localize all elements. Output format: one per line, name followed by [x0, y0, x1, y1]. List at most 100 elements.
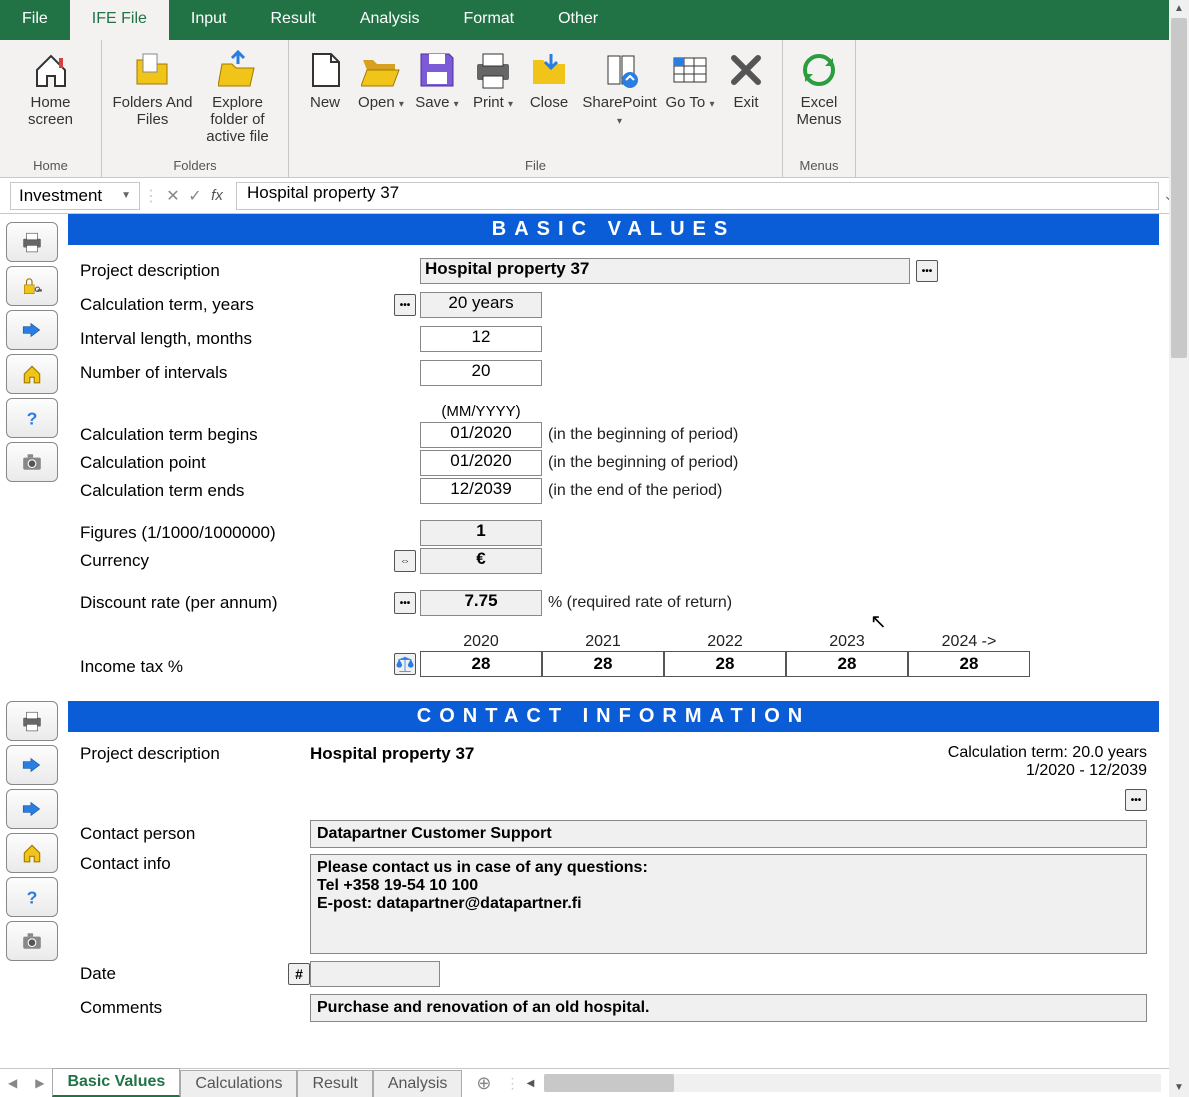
folder-open-icon	[361, 50, 401, 90]
pointer-side-btn[interactable]	[6, 310, 58, 350]
goto-icon	[670, 50, 710, 90]
pointer-side2-btn[interactable]	[6, 745, 58, 785]
print-side-btn[interactable]	[6, 222, 58, 262]
sharepoint-btn[interactable]: SharePoint ▾	[577, 46, 662, 156]
explore-folder-btn[interactable]: Explore folder of active file	[195, 46, 280, 156]
menu-tab-input[interactable]: Input	[169, 0, 249, 40]
menu-tab-analysis[interactable]: Analysis	[338, 0, 442, 40]
begins-input[interactable]: 01/2020	[420, 422, 542, 448]
home-screen-btn[interactable]: Home screen	[8, 46, 93, 156]
currency-swap-btn[interactable]: ⇔	[394, 550, 416, 572]
date-input[interactable]	[310, 961, 440, 987]
tax-value-input[interactable]: 28	[542, 651, 664, 677]
fx-icon[interactable]: fx	[206, 187, 228, 204]
ends-input[interactable]: 12/2039	[420, 478, 542, 504]
menu-tab-file[interactable]: File	[0, 0, 70, 40]
horizontal-scrollbar[interactable]: ◀ ▶	[516, 1069, 1189, 1097]
point-input[interactable]: 01/2020	[420, 450, 542, 476]
refresh-icon	[799, 50, 839, 90]
close-btn[interactable]: Close	[521, 46, 577, 156]
sheet-tab-calculations[interactable]: Calculations	[180, 1070, 297, 1097]
sheet-tab-result[interactable]: Result	[297, 1070, 372, 1097]
discount-more-btn[interactable]: •••	[394, 592, 416, 614]
menu-tab-result[interactable]: Result	[249, 0, 338, 40]
save-btn[interactable]: Save ▾	[409, 46, 465, 156]
ribbon-group-label: Folders	[173, 156, 216, 175]
currency-input[interactable]: €	[420, 548, 542, 574]
nav-prev-icon[interactable]: ▶	[35, 1076, 44, 1090]
sheet-tab-basic-values[interactable]: Basic Values	[52, 1068, 180, 1097]
camera-side-btn[interactable]	[6, 442, 58, 482]
excel-menus-btn[interactable]: Excel Menus	[791, 46, 847, 156]
save-icon	[417, 50, 457, 90]
print-side2-btn[interactable]	[6, 701, 58, 741]
lock-side-btn[interactable]	[6, 266, 58, 306]
ribbon-group-file: NewOpen ▾Save ▾Print ▾CloseSharePoint ▾G…	[289, 40, 783, 177]
sheet-tab-analysis[interactable]: Analysis	[373, 1070, 463, 1097]
contact-person-input[interactable]: Datapartner Customer Support	[310, 820, 1147, 848]
figures-input[interactable]: 1	[420, 520, 542, 546]
tax-value-input[interactable]: 28	[664, 651, 786, 677]
name-box[interactable]: Investment ▼	[10, 182, 140, 210]
calc-term-input[interactable]: 20 years	[420, 292, 542, 318]
pointer2-side2-btn[interactable]	[6, 789, 58, 829]
new-btn[interactable]: New	[297, 46, 353, 156]
num-intervals-input[interactable]: 20	[420, 360, 542, 386]
vertical-scrollbar[interactable]: ▲ ▼	[1169, 0, 1189, 1097]
tax-value-input[interactable]: 28	[908, 651, 1030, 677]
date-hash-btn[interactable]: #	[288, 963, 310, 985]
help-side2-btn[interactable]	[6, 877, 58, 917]
handle-icon[interactable]: ⋮	[140, 186, 162, 206]
menu-tab-other[interactable]: Other	[536, 0, 620, 40]
chevron-down-icon[interactable]: ▼	[121, 190, 131, 201]
ribbon-group-folders: Folders And FilesExplore folder of activ…	[102, 40, 289, 177]
interval-len-input[interactable]: 12	[420, 326, 542, 352]
formula-text: Hospital property 37	[247, 183, 399, 202]
sheet-tabs: Basic ValuesCalculationsResultAnalysis	[52, 1069, 462, 1097]
menu-tab-ife-file[interactable]: IFE File	[70, 0, 169, 40]
home2-icon	[19, 363, 45, 385]
cancel-formula-icon[interactable]: ✕	[162, 186, 184, 206]
scroll-up-icon[interactable]: ▲	[1169, 0, 1189, 18]
add-sheet-btn[interactable]: ⊕	[462, 1069, 505, 1097]
side-toolbar-1	[0, 214, 68, 701]
home-icon	[31, 50, 71, 90]
tax-col: 202028	[420, 633, 542, 677]
camera-icon	[19, 930, 45, 952]
calc-term-more-btn[interactable]: •••	[394, 294, 416, 316]
folders-and-files-btn[interactable]: Folders And Files	[110, 46, 195, 156]
scroll-thumb[interactable]	[1171, 18, 1187, 358]
scroll-down-icon[interactable]: ▼	[1169, 1079, 1189, 1097]
contact-person-label: Contact person	[80, 824, 310, 844]
tax-value-input[interactable]: 28	[786, 651, 908, 677]
exit-btn[interactable]: Exit	[718, 46, 774, 156]
income-tax-scale-btn[interactable]	[394, 653, 416, 675]
print-btn[interactable]: Print ▾	[465, 46, 521, 156]
contact-info-input[interactable]: Please contact us in case of any questio…	[310, 854, 1147, 954]
pointer-icon	[19, 754, 45, 776]
help-side-btn[interactable]	[6, 398, 58, 438]
comments-input[interactable]: Purchase and renovation of an old hospit…	[310, 994, 1147, 1022]
open-btn[interactable]: Open ▾	[353, 46, 409, 156]
project-desc-input[interactable]: Hospital property 37	[420, 258, 910, 284]
ribbon: Home screenHomeFolders And FilesExplore …	[0, 40, 1189, 178]
project-desc-more-btn[interactable]: •••	[916, 260, 938, 282]
menu-tab-format[interactable]: Format	[441, 0, 536, 40]
pointer-icon	[19, 798, 45, 820]
tax-value-input[interactable]: 28	[420, 651, 542, 677]
pointer-icon	[19, 319, 45, 341]
camera-side2-btn[interactable]	[6, 921, 58, 961]
contact-more-btn[interactable]: •••	[1125, 789, 1147, 811]
income-tax-label: Income tax %	[80, 657, 420, 677]
formula-input[interactable]: Hospital property 37	[236, 182, 1159, 210]
help-icon	[19, 886, 45, 908]
hscroll-thumb[interactable]	[544, 1074, 674, 1092]
home-side-btn[interactable]	[6, 354, 58, 394]
accept-formula-icon[interactable]: ✓	[184, 186, 206, 206]
nav-first-icon[interactable]: ◀	[8, 1076, 17, 1090]
hscroll-left-icon[interactable]: ◀	[522, 1078, 540, 1089]
home-side2-btn[interactable]	[6, 833, 58, 873]
begins-note: (in the beginning of period)	[548, 426, 738, 444]
goto-btn[interactable]: Go To ▾	[662, 46, 718, 156]
discount-input[interactable]: 7.75	[420, 590, 542, 616]
